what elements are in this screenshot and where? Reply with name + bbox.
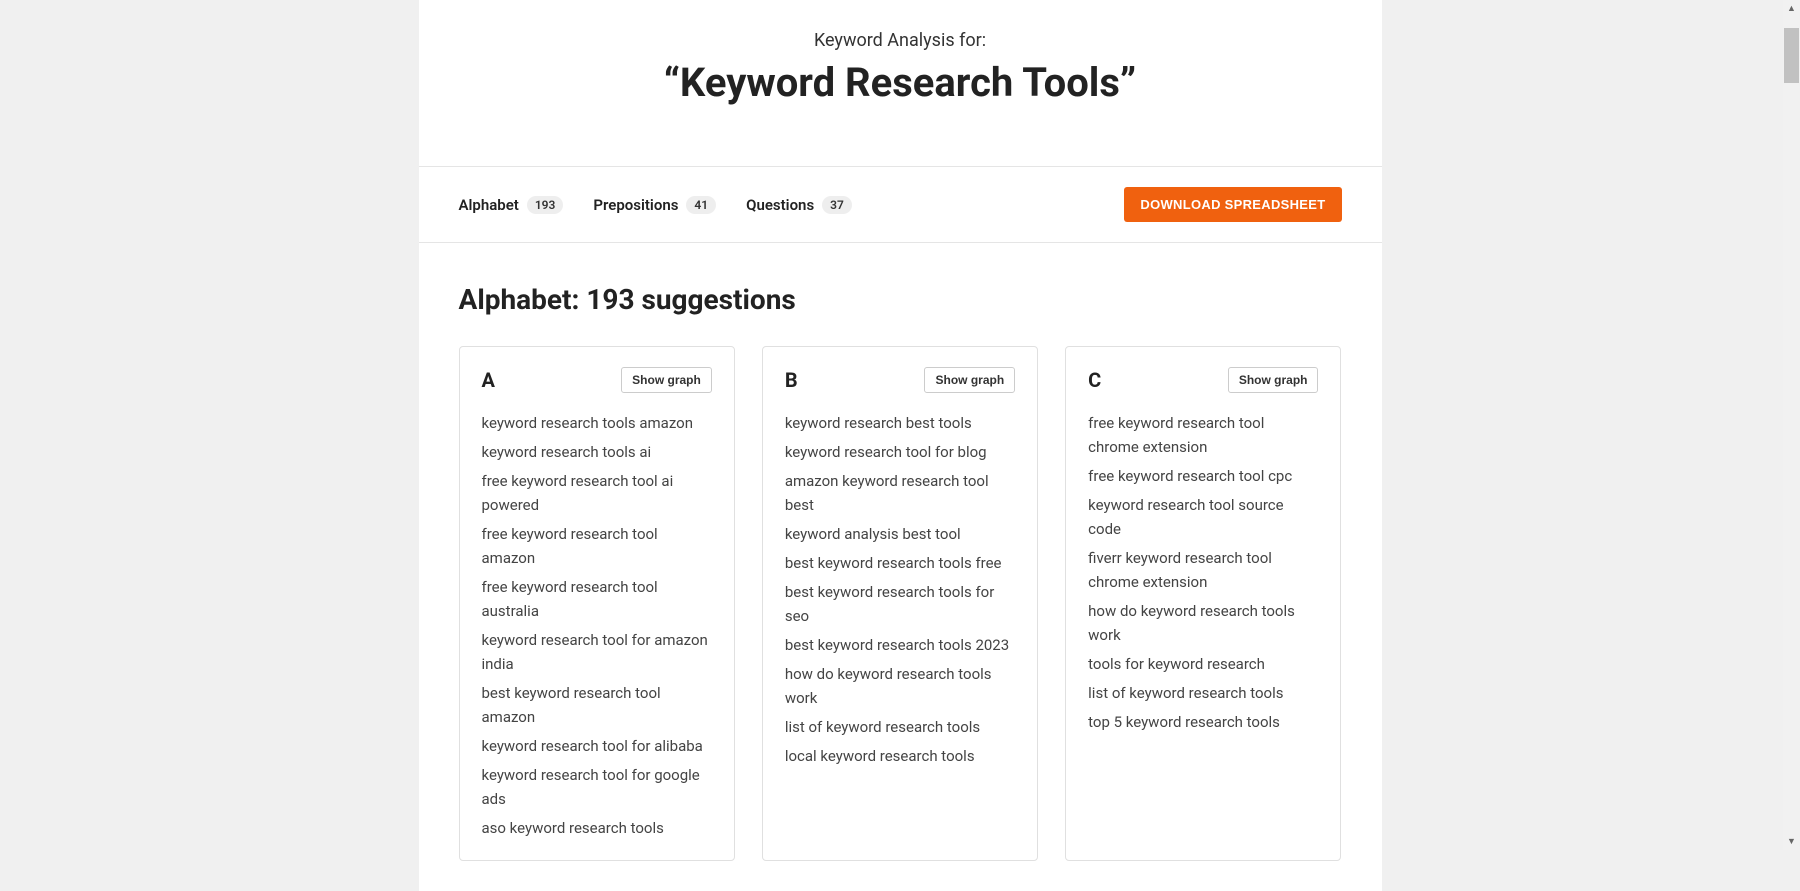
keyword-item: best keyword research tools 2023 — [785, 633, 1015, 657]
keyword-card: C Show graph free keyword research tool ch… — [1065, 346, 1341, 861]
keyword-item: keyword research tools amazon — [482, 411, 712, 435]
content-section: Alphabet: 193 suggestions A Show graph key… — [419, 243, 1382, 891]
keyword-item: best keyword research tools free — [785, 551, 1015, 575]
analysis-title: “Keyword Research Tools” — [459, 59, 1342, 106]
keyword-item: top 5 keyword research tools — [1088, 710, 1318, 734]
filter-label: Questions — [746, 196, 814, 214]
keyword-item: keyword research tool for amazon india — [482, 628, 712, 676]
keyword-item: keyword research best tools — [785, 411, 1015, 435]
keyword-item: list of keyword research tools — [785, 715, 1015, 739]
keyword-item: keyword analysis best tool — [785, 522, 1015, 546]
card-header: A Show graph — [482, 367, 712, 393]
filter-prepositions[interactable]: Prepositions 41 — [593, 196, 716, 214]
show-graph-button[interactable]: Show graph — [924, 367, 1015, 393]
cards-row: A Show graph keyword research tools amazon… — [459, 346, 1342, 861]
keyword-list: free keyword research tool chrome extens… — [1088, 411, 1318, 734]
show-graph-button[interactable]: Show graph — [621, 367, 712, 393]
keyword-item: keyword research tool for blog — [785, 440, 1015, 464]
keyword-item: best keyword research tools for seo — [785, 580, 1015, 628]
filter-count-badge: 37 — [822, 196, 852, 214]
keyword-item: how do keyword research tools work — [1088, 599, 1318, 647]
keyword-item: free keyword research tool amazon — [482, 522, 712, 570]
card-letter: B — [785, 368, 798, 392]
keyword-item: keyword research tools ai — [482, 440, 712, 464]
keyword-item: amazon keyword research tool best — [785, 469, 1015, 517]
filter-bar: Alphabet 193 Prepositions 41 Questions 3… — [419, 167, 1382, 243]
keyword-item: list of keyword research tools — [1088, 681, 1318, 705]
show-graph-button[interactable]: Show graph — [1228, 367, 1319, 393]
vertical-scrollbar[interactable]: ▲ ▼ — [1783, 0, 1800, 850]
card-letter: C — [1088, 368, 1101, 392]
filter-alphabet[interactable]: Alphabet 193 — [459, 196, 564, 214]
section-title: Alphabet: 193 suggestions — [459, 283, 1342, 316]
filter-questions[interactable]: Questions 37 — [746, 196, 852, 214]
card-header: C Show graph — [1088, 367, 1318, 393]
keyword-item: free keyword research tool cpc — [1088, 464, 1318, 488]
keyword-card: A Show graph keyword research tools amazon… — [459, 346, 735, 861]
filter-count-badge: 193 — [527, 196, 564, 214]
header-section: Keyword Analysis for: “Keyword Research … — [419, 0, 1382, 167]
main-container: Keyword Analysis for: “Keyword Research … — [419, 0, 1382, 891]
keyword-item: tools for keyword research — [1088, 652, 1318, 676]
keyword-item: how do keyword research tools work — [785, 662, 1015, 710]
scrollbar-thumb[interactable] — [1784, 28, 1799, 83]
keyword-item: free keyword research tool australia — [482, 575, 712, 623]
scroll-down-arrow-icon[interactable]: ▼ — [1783, 833, 1800, 850]
keyword-item: free keyword research tool ai powered — [482, 469, 712, 517]
keyword-item: fiverr keyword research tool chrome exte… — [1088, 546, 1318, 594]
keyword-item: keyword research tool for google ads — [482, 763, 712, 811]
filter-count-badge: 41 — [686, 196, 716, 214]
keyword-item: best keyword research tool amazon — [482, 681, 712, 729]
scroll-up-arrow-icon[interactable]: ▲ — [1783, 0, 1800, 17]
keyword-item: local keyword research tools — [785, 744, 1015, 768]
keyword-item: free keyword research tool chrome extens… — [1088, 411, 1318, 459]
download-spreadsheet-button[interactable]: DOWNLOAD SPREADSHEET — [1124, 187, 1341, 222]
keyword-item: aso keyword research tools — [482, 816, 712, 840]
analysis-label: Keyword Analysis for: — [459, 30, 1342, 51]
keyword-list: keyword research best tools keyword resea… — [785, 411, 1015, 768]
card-header: B Show graph — [785, 367, 1015, 393]
filter-label: Alphabet — [459, 196, 519, 214]
filter-label: Prepositions — [593, 196, 678, 214]
keyword-item: keyword research tool source code — [1088, 493, 1318, 541]
keyword-card: BShow graphkeyword research best toolske… — [762, 346, 1038, 861]
card-letter: A — [482, 368, 495, 392]
keyword-item: keyword research tool for alibaba — [482, 734, 712, 758]
keyword-list: keyword research tools amazon keyword res… — [482, 411, 712, 840]
